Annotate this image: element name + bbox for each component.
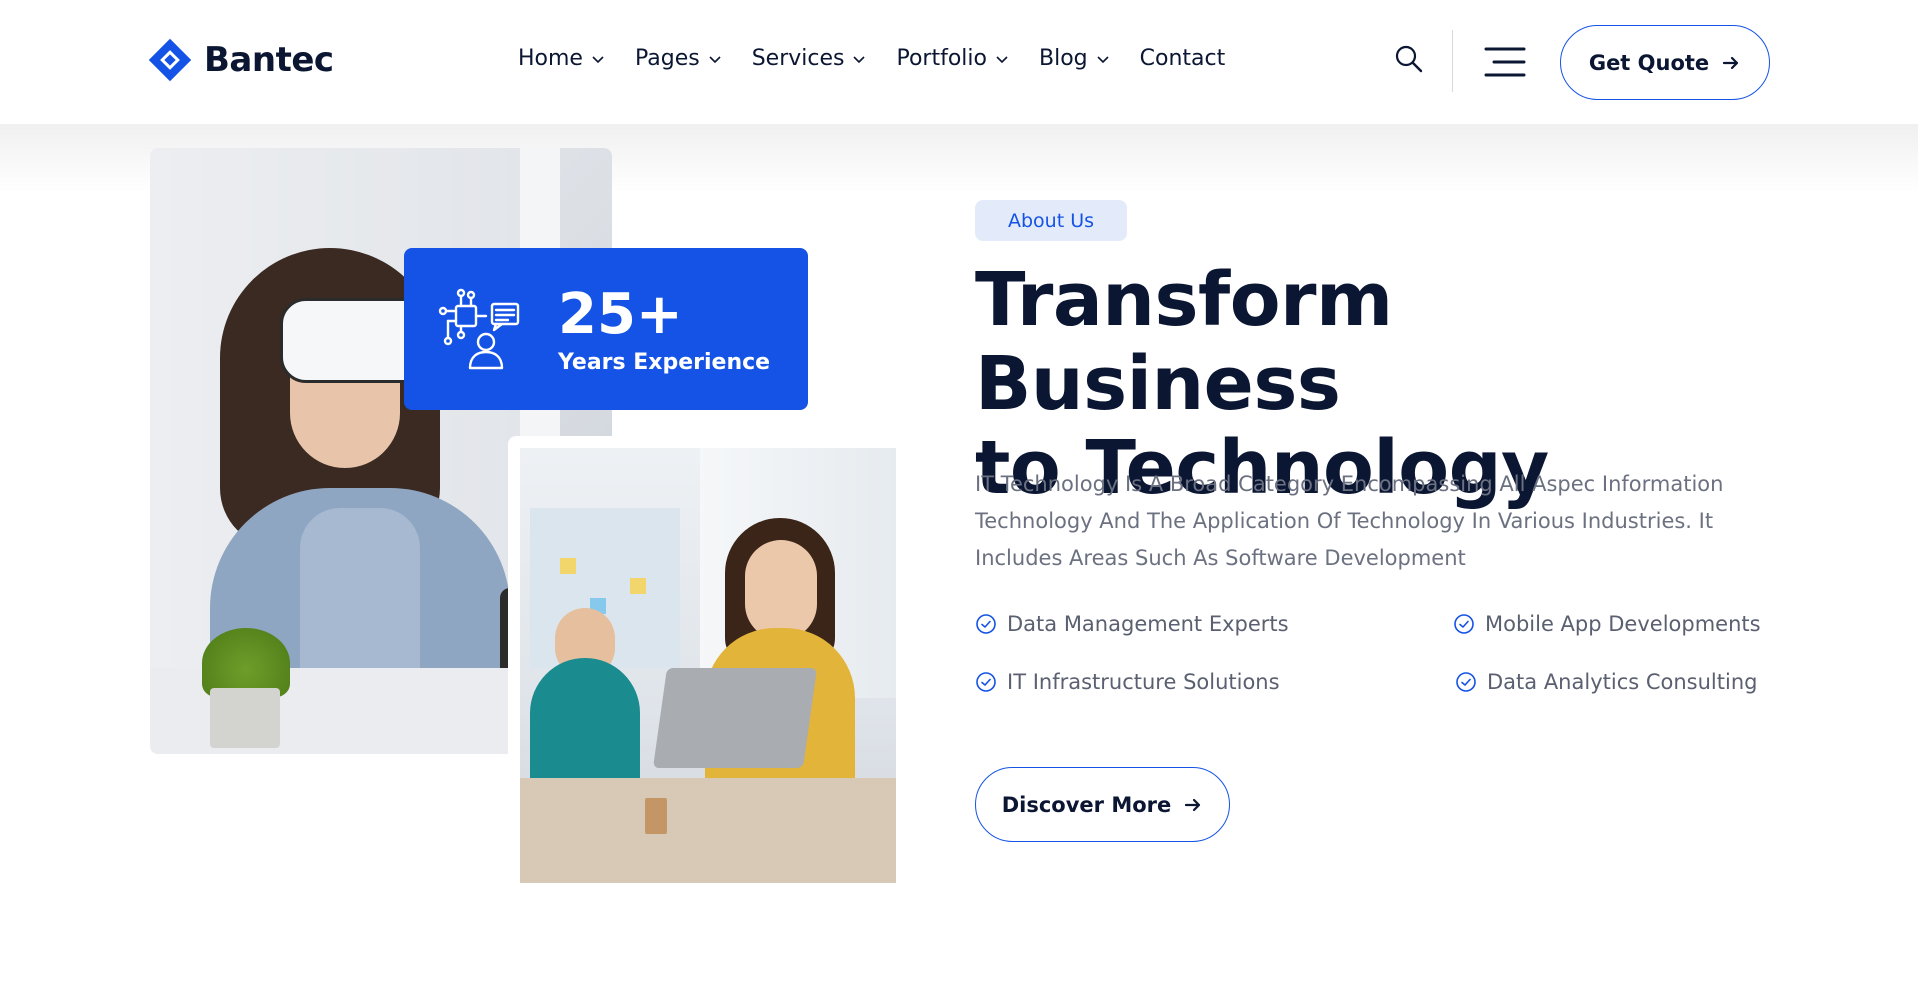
- feature-item: IT Infrastructure Solutions: [975, 670, 1280, 694]
- nav-item-label: Home: [518, 46, 583, 71]
- tech-person-icon: [438, 288, 520, 370]
- logo-diamond-icon: [148, 38, 192, 82]
- feature-label: Data Management Experts: [1007, 612, 1289, 636]
- team-laptop-photo: [520, 448, 896, 883]
- feature-item: Data Analytics Consulting: [1455, 670, 1757, 694]
- experience-label: Years Experience: [558, 350, 771, 375]
- header-divider: [1452, 30, 1453, 92]
- feature-item: Data Management Experts: [975, 612, 1289, 636]
- nav-item-contact[interactable]: Contact: [1140, 46, 1226, 71]
- search-icon[interactable]: [1394, 44, 1424, 74]
- nav-item-portfolio[interactable]: Portfolio: [896, 46, 1009, 71]
- title-line-1: Transform Business: [975, 257, 1393, 427]
- arrow-right-icon: [1185, 798, 1201, 811]
- chevron-down-icon: [709, 55, 721, 63]
- logo-text: Bantec: [204, 40, 334, 80]
- nav-item-blog[interactable]: Blog: [1039, 46, 1110, 71]
- arrow-right-icon: [1723, 56, 1739, 69]
- get-quote-label: Get Quote: [1588, 50, 1710, 75]
- nav-item-label: Pages: [634, 46, 700, 71]
- nav-item-label: Portfolio: [896, 46, 987, 71]
- check-circle-icon: [1456, 672, 1476, 692]
- site-header: Bantec Home Pages Services Portfolio Blo…: [0, 0, 1918, 124]
- nav-item-pages[interactable]: Pages: [635, 46, 722, 71]
- chevron-down-icon: [1097, 55, 1109, 63]
- paragraph-line-2: Technology And The Application Of Techno…: [975, 509, 1714, 533]
- check-circle-icon: [976, 614, 996, 634]
- feature-item: Mobile App Developments: [1453, 612, 1761, 636]
- chevron-down-icon: [996, 55, 1008, 63]
- nav-item-label: Contact: [1139, 46, 1226, 71]
- chevron-down-icon: [853, 55, 866, 63]
- chevron-down-icon: [592, 55, 604, 63]
- paragraph-line-1: IT Technology Is A Broad Category Encomp…: [975, 472, 1724, 496]
- discover-more-button[interactable]: Discover More: [975, 767, 1230, 842]
- main-nav: Home Pages Services Portfolio Blog Conta…: [518, 46, 1225, 71]
- nav-item-label: Blog: [1039, 46, 1088, 71]
- paragraph-line-3: Includes Areas Such As Software Developm…: [975, 546, 1466, 570]
- hamburger-menu-icon[interactable]: [1484, 46, 1526, 78]
- get-quote-button[interactable]: Get Quote: [1560, 25, 1770, 100]
- experience-number: 25+: [558, 282, 683, 347]
- nav-item-home[interactable]: Home: [518, 46, 605, 71]
- nav-item-label: Services: [751, 46, 845, 71]
- discover-more-label: Discover More: [1001, 792, 1172, 817]
- feature-label: IT Infrastructure Solutions: [1007, 670, 1280, 694]
- about-paragraph: IT Technology Is A Broad Category Encomp…: [975, 466, 1775, 577]
- check-circle-icon: [976, 672, 996, 692]
- feature-label: Data Analytics Consulting: [1487, 670, 1758, 694]
- feature-label: Mobile App Developments: [1485, 612, 1761, 636]
- check-circle-icon: [1454, 614, 1474, 634]
- nav-item-services[interactable]: Services: [752, 46, 867, 71]
- about-us-badge: About Us: [975, 200, 1127, 241]
- experience-card: 25+ Years Experience: [404, 248, 808, 410]
- logo[interactable]: Bantec: [148, 38, 334, 82]
